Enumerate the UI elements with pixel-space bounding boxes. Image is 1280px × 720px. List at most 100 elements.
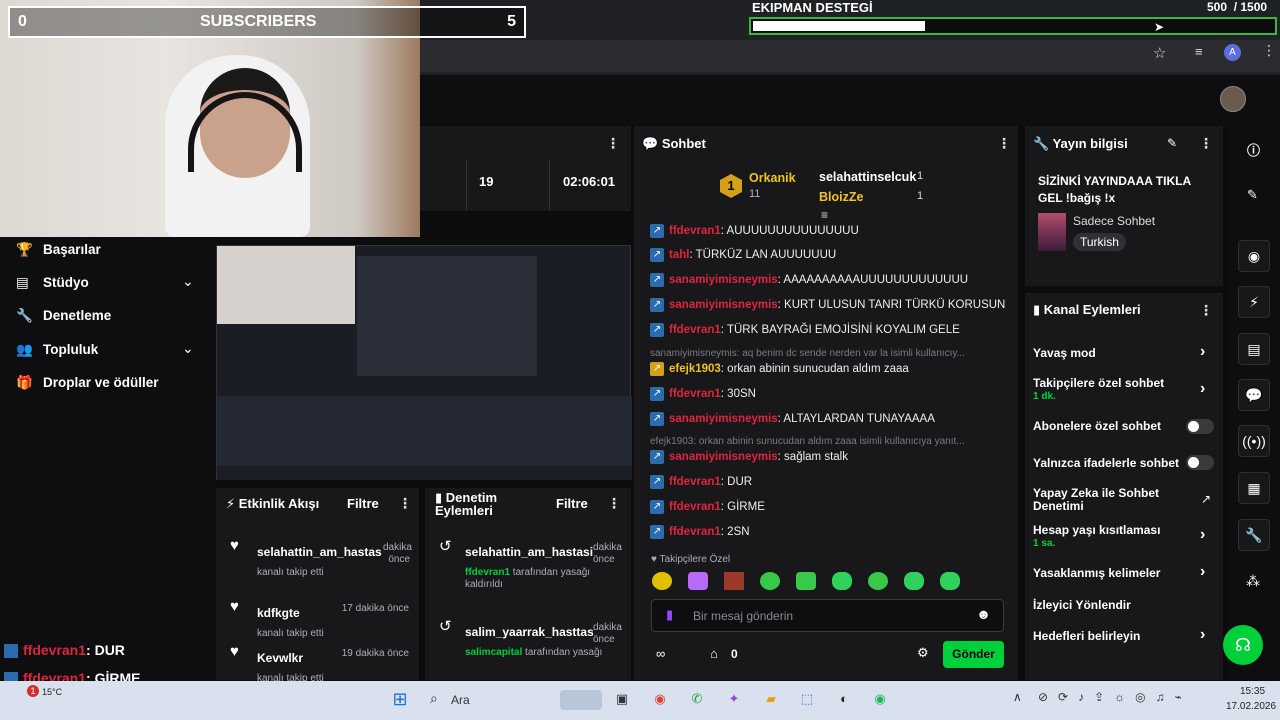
sub-only-action[interactable]: Abonelere özel sohbet <box>1033 419 1161 433</box>
chevron-down-icon[interactable]: ⌄ <box>182 340 194 357</box>
taskbar-search[interactable]: Ara <box>451 693 470 707</box>
sub-only-toggle[interactable] <box>1186 419 1214 434</box>
slow-mode-action[interactable]: Yavaş mod <box>1033 346 1096 360</box>
nav-studio[interactable]: ▤ Stüdyo <box>16 275 89 291</box>
external-link-icon[interactable]: ↗ <box>1201 492 1211 506</box>
chat-username[interactable]: efejk1903 <box>669 363 721 375</box>
leaderboard-third-name[interactable]: BloizZe <box>819 190 863 204</box>
leaderboard-first-name[interactable]: Orkanik <box>749 171 796 185</box>
emote-icon[interactable] <box>796 572 816 590</box>
bookmark-star-icon[interactable]: ☆ <box>1153 44 1166 62</box>
tray-chevron-icon[interactable]: ∧ <box>1013 690 1022 704</box>
lightning-icon[interactable]: ⚡ <box>1238 286 1270 318</box>
broadcast-icon[interactable]: ((•)) <box>1238 425 1270 457</box>
chat-username[interactable]: sanamiyimisneymis <box>669 299 778 311</box>
pin-icon[interactable]: ≡ <box>821 208 828 222</box>
activity-item-name[interactable]: selahattin_am_hastasi <box>257 545 382 559</box>
chat-message[interactable]: ↗ sanamiyimisneymis: ALTAYLARDAN TUNAYAAA… <box>650 412 935 426</box>
store-icon[interactable]: ⌂ <box>710 646 718 661</box>
chat-message[interactable]: ↗ ffdevran1: TÜRK BAYRAĞI EMOJİSİNİ KOYAL… <box>650 323 960 337</box>
emote-icon[interactable] <box>688 572 708 590</box>
chat-username[interactable]: ffdevran1 <box>669 501 721 513</box>
weather-temp[interactable]: 15°C <box>42 687 62 697</box>
taskbar-date[interactable]: 17.02.2026 <box>1226 701 1276 712</box>
send-button[interactable]: Gönder <box>943 641 1004 668</box>
chat-message[interactable]: ↗ ffdevran1: AUUUUUUUUUUUUUUU <box>650 224 859 238</box>
copilot-icon[interactable]: ✦ <box>723 688 745 710</box>
chevron-right-icon[interactable]: › <box>1200 343 1205 361</box>
chat-username[interactable]: ffdevran1 <box>669 225 721 237</box>
activity-more-icon[interactable]: ⋮ <box>398 495 412 512</box>
windows-start-icon[interactable]: ⊞ <box>389 688 411 710</box>
chevron-right-icon[interactable]: › <box>1200 626 1205 644</box>
chat-message[interactable]: ↗ sanamiyimisneymis: sağlam stalk <box>650 450 848 464</box>
emote-icon[interactable] <box>832 572 852 590</box>
chevron-right-icon[interactable]: › <box>1200 380 1205 398</box>
community-icon[interactable]: ⁂ <box>1246 573 1260 590</box>
layout-icon[interactable]: ▦ <box>1238 472 1270 504</box>
leaderboard-second-name[interactable]: selahattinselcuk <box>819 170 916 184</box>
wrench-icon[interactable]: 🔧 <box>1238 519 1270 551</box>
search-icon[interactable]: ⌕ <box>430 690 438 707</box>
stream-preview[interactable] <box>216 245 632 480</box>
emote-icon[interactable] <box>940 572 960 590</box>
ai-moderation-action[interactable]: Yapay Zeka ile Sohbet Denetimi <box>1033 487 1183 513</box>
address-bar[interactable] <box>420 40 1280 72</box>
chat-message[interactable]: ↗ ffdevran1: 2SN <box>650 525 750 539</box>
emote-only-toggle[interactable] <box>1186 455 1214 470</box>
stream-info-more-icon[interactable]: ⋮ <box>1199 135 1213 152</box>
chat-message[interactable]: ↗ efejk1903: orkan abinin sunucudan aldım… <box>650 362 909 376</box>
mod-filter-button[interactable]: Filtre <box>556 496 588 511</box>
chat-input[interactable]: ▮ Bir mesaj gönderin ☻ <box>651 599 1004 632</box>
emote-row[interactable] <box>652 572 1002 592</box>
pencil-icon[interactable]: ✎ <box>1247 187 1258 203</box>
tray-icons[interactable]: ⊘⟳♪⇪☼◎♫⌁ <box>1038 690 1192 704</box>
chat-username[interactable]: ffdevran1 <box>669 388 721 400</box>
language-tag[interactable]: Turkish <box>1073 233 1126 251</box>
taskbar-time[interactable]: 15:35 <box>1240 686 1265 697</box>
obs-icon[interactable]: ◐ <box>833 688 855 710</box>
set-goals-action[interactable]: Hedefleri belirleyin <box>1033 629 1140 643</box>
chat-message[interactable]: ↗ ffdevran1: GİRME <box>650 500 765 514</box>
task-view-icon[interactable]: ▣ <box>611 688 633 710</box>
emote-icon[interactable] <box>904 572 924 590</box>
chevron-right-icon[interactable]: › <box>1200 526 1205 544</box>
emote-icon[interactable] <box>760 572 780 590</box>
camera-icon[interactable]: ◉ <box>1238 240 1270 272</box>
chat-username[interactable]: ffdevran1 <box>669 526 721 538</box>
mod-more-icon[interactable]: ⋮ <box>607 495 621 512</box>
store-icon[interactable]: ⬚ <box>796 688 818 710</box>
mic-icon[interactable]: ▮ <box>666 607 673 623</box>
nav-moderation[interactable]: 🔧 Denetleme <box>16 308 111 324</box>
user-avatar[interactable] <box>1220 86 1246 112</box>
followers-only-action[interactable]: Takipçilere özel sohbet <box>1033 376 1164 390</box>
more-icon[interactable]: ⋮ <box>1262 42 1276 59</box>
emote-icon[interactable] <box>868 572 888 590</box>
support-headset-icon[interactable]: ☊ <box>1223 625 1263 665</box>
chrome-icon[interactable]: ◉ <box>649 688 671 710</box>
chat-message[interactable]: ↗ ffdevran1: 30SN <box>650 387 756 401</box>
chat-more-icon[interactable]: ⋮ <box>997 135 1011 152</box>
chat-username[interactable]: sanamiyimisneymis <box>669 413 778 425</box>
settings-icon[interactable]: ⚙ <box>917 645 929 661</box>
emote-only-action[interactable]: Yalnızca ifadelerle sohbet <box>1033 456 1179 470</box>
raid-action[interactable]: İzleyici Yönlendir <box>1033 598 1131 612</box>
whatsapp-icon[interactable]: ✆ <box>686 688 708 710</box>
chat-username[interactable]: ffdevran1 <box>669 476 721 488</box>
notes-icon[interactable]: ▤ <box>1238 333 1270 365</box>
mod-item-name[interactable]: selahattin_am_hastasi <box>465 545 593 559</box>
profile-avatar[interactable]: A <box>1224 44 1241 61</box>
chat-username[interactable]: ffdevran1 <box>669 324 721 336</box>
chat-message[interactable]: ↗ sanamiyimisneymis: KURT ULUSUN TANRI TÜ… <box>650 298 1005 312</box>
mod-item-name[interactable]: salim_yaarrak_hasttasi <box>465 625 593 639</box>
chat-username[interactable]: sanamiyimisneymis <box>669 274 778 286</box>
account-age-action[interactable]: Hesap yaşı kısıtlaması <box>1033 523 1160 537</box>
chat-message[interactable]: ↗ tahl: TÜRKÜZ LAN AUUUUUUU <box>650 248 836 262</box>
reading-list-icon[interactable]: ≡ <box>1195 44 1203 59</box>
emote-icon[interactable] <box>652 572 672 590</box>
info-icon[interactable]: ⓘ <box>1247 140 1260 159</box>
stats-more-icon[interactable]: ⋮ <box>606 135 620 152</box>
emote-icon[interactable] <box>724 572 744 590</box>
nav-community[interactable]: 👥 Topluluk <box>16 342 98 358</box>
nav-achievements[interactable]: 🏆 Başarılar <box>16 242 101 258</box>
